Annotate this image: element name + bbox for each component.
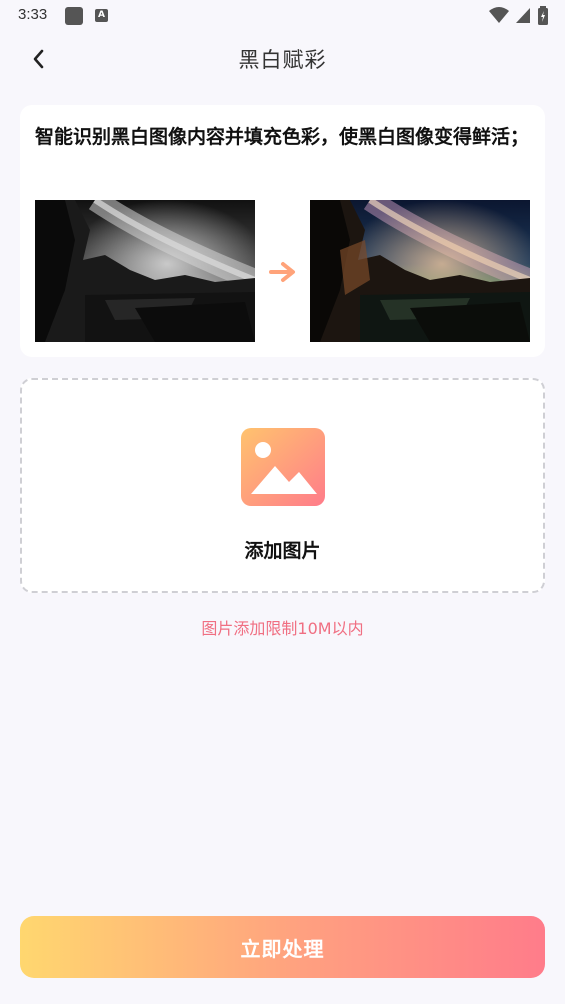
cellular-signal-icon [515,8,530,23]
intro-card: 智能识别黑白图像内容并填充色彩，使黑白图像变得鲜活； [20,105,545,357]
process-now-button[interactable]: 立即处理 [20,916,545,978]
add-image-dropzone[interactable]: 添加图片 [20,378,545,593]
a-badge-icon: A [95,9,108,22]
size-limit-note: 图片添加限制10M以内 [201,619,364,638]
image-placeholder-icon [241,428,325,506]
status-bar: 3:33 A [0,0,565,32]
add-image-label: 添加图片 [244,540,321,562]
arrow-right-icon [269,262,295,282]
feature-description: 智能识别黑白图像内容并填充色彩，使黑白图像变得鲜活； [35,126,530,148]
wifi-icon [488,7,509,23]
before-sample-image [35,200,255,342]
after-sample-image [310,200,530,342]
battery-icon [538,6,548,25]
status-time: 3:33 [18,6,48,23]
page-title: 黑白赋彩 [238,48,327,72]
process-now-label: 立即处理 [240,936,325,961]
notification-square-icon [65,7,83,25]
status-icons [488,6,549,26]
app-header: 黑白赋彩 [0,32,565,88]
